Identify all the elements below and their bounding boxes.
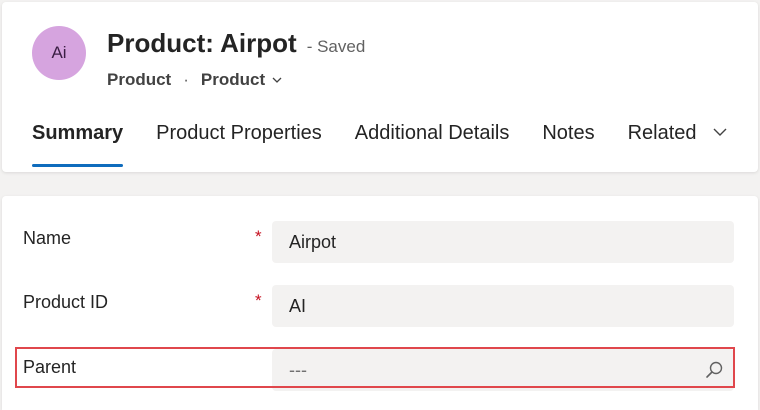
required-marker: * [255,291,262,310]
required-marker: * [255,227,262,246]
tab-related[interactable]: Related [628,114,729,168]
product-id-field-value: AI [289,295,307,316]
product-id-label: Product ID [23,292,109,312]
form-section: Name * Airpot Product ID * AI Parent --- [2,196,758,410]
parent-lookup-placeholder: --- [289,359,307,380]
avatar: Ai [32,26,86,80]
name-label: Name [23,228,72,248]
avatar-initials: Ai [51,43,67,62]
breadcrumb: Product · Product [107,70,283,90]
name-field[interactable]: Airpot [272,221,734,263]
parent-lookup-field[interactable]: --- [272,349,734,391]
page: Ai Product: Airpot - Saved Product · Pro… [0,0,760,410]
tab-label: Summary [32,122,124,144]
tab-label: Related [627,122,697,144]
form-selector-label: Product [200,70,266,89]
chevron-down-icon [712,124,728,140]
tab-label: Additional Details [354,122,510,144]
breadcrumb-entity: Product [107,70,172,89]
tab-product-properties[interactable]: Product Properties [156,114,322,168]
record-title: Product: Airpot [107,28,297,58]
parent-label: Parent [23,357,77,377]
chevron-down-icon [271,74,283,86]
search-icon[interactable] [704,360,724,380]
form-selector[interactable]: Product [201,70,283,90]
record-header: Ai Product: Airpot - Saved Product · Pro… [2,2,758,172]
product-id-field[interactable]: AI [272,285,734,327]
tab-additional-details[interactable]: Additional Details [355,114,510,168]
tab-list: Summary Product Properties Additional De… [32,114,760,168]
save-status: - Saved [306,37,366,56]
name-field-value: Airpot [289,231,337,252]
tab-label: Notes [542,122,595,144]
tab-summary[interactable]: Summary [32,114,124,168]
tab-label: Product Properties [156,122,322,144]
breadcrumb-separator: · [183,70,189,89]
title-row: Product: Airpot - Saved [107,28,365,59]
tab-notes[interactable]: Notes [542,114,594,168]
